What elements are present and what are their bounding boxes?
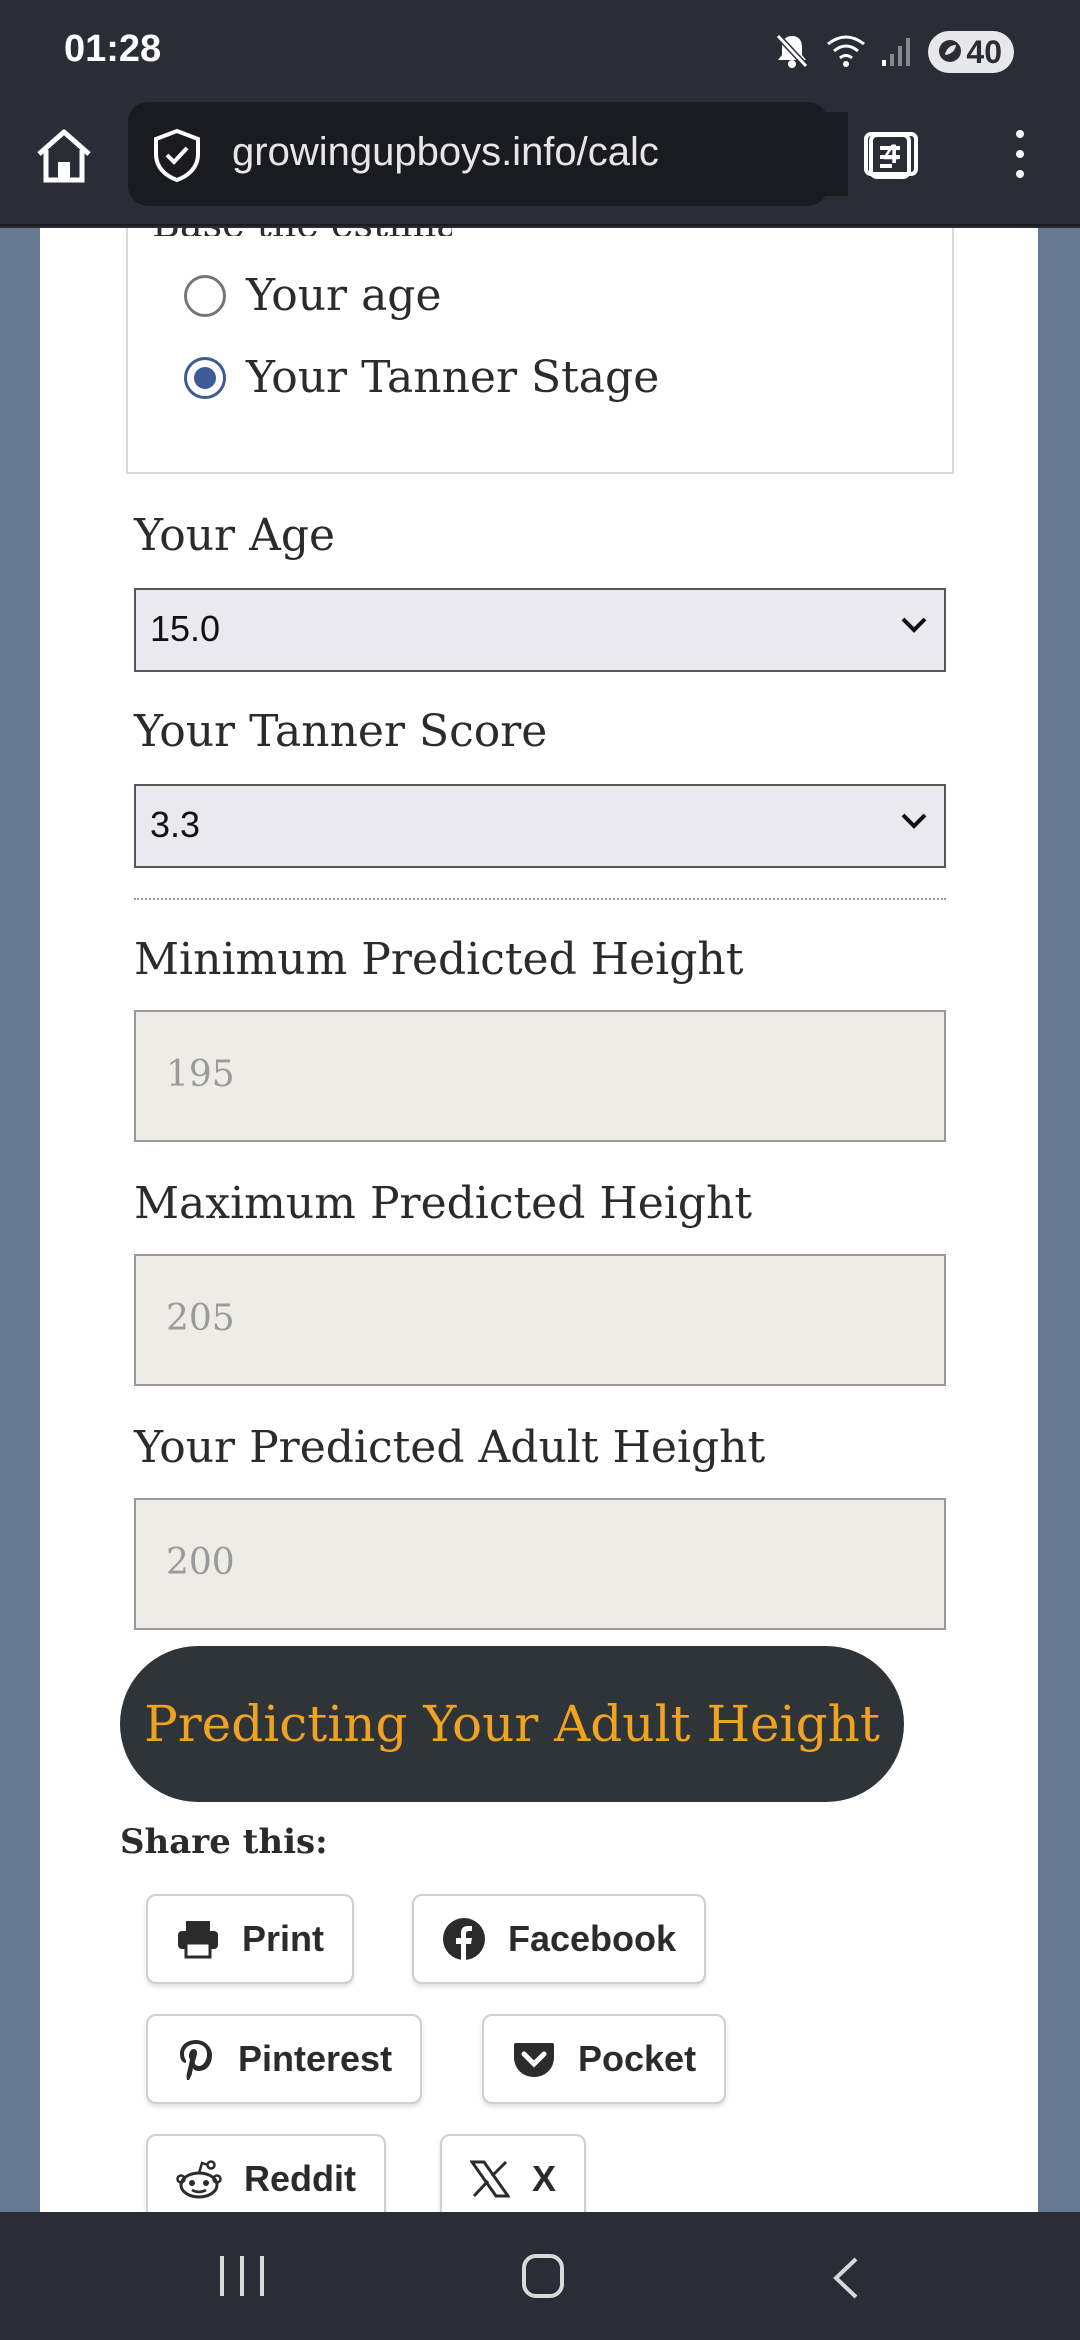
divider: [134, 898, 946, 900]
share-label: Facebook: [508, 1918, 677, 1959]
predicted-height-field: 200: [134, 1498, 946, 1630]
print-icon: [178, 1921, 218, 1959]
mute-icon: [772, 30, 812, 74]
radio-your-tanner-stage[interactable]: Your Tanner Stage: [184, 352, 659, 403]
battery-indicator: 40: [928, 31, 1014, 73]
page-content: Base the estimate on Your age Your Tanne…: [40, 228, 1038, 2212]
address-bar[interactable]: growingupboys.info/calc: [128, 102, 911, 206]
chevron-down-icon: [900, 616, 928, 638]
fieldset-legend: Base the estimate on: [152, 228, 452, 236]
browser-toolbar: growingupboys.info/calc 4: [0, 100, 1080, 226]
predicted-height-label: Your Predicted Adult Height: [134, 1422, 766, 1473]
home-button[interactable]: [30, 122, 98, 190]
share-label: X: [532, 2158, 557, 2199]
age-select-value: 15.0: [150, 608, 221, 649]
status-time: 01:28: [64, 28, 162, 70]
share-label: Reddit: [244, 2158, 356, 2199]
estimate-basis-fieldset: [126, 228, 954, 474]
min-height-field: 195: [134, 1010, 946, 1142]
radio-your-age[interactable]: Your age: [184, 270, 442, 321]
chevron-down-icon: [900, 812, 928, 834]
pocket-icon: [514, 2043, 554, 2077]
tanner-select[interactable]: 3.3: [134, 784, 946, 868]
home-icon: [37, 129, 91, 183]
reddit-icon: [176, 2160, 222, 2199]
share-label: Pocket: [578, 2038, 697, 2079]
system-nav-bar: [0, 2212, 1080, 2340]
status-bar: 01:28 40: [0, 0, 1080, 100]
share-pocket-button[interactable]: Pocket: [482, 2014, 727, 2104]
tanner-label: Your Tanner Score: [134, 706, 548, 757]
age-label: Your Age: [134, 510, 336, 561]
recents-icon[interactable]: [220, 2256, 264, 2296]
facebook-icon: [443, 1918, 485, 1961]
max-height-value: 205: [166, 1298, 235, 1339]
min-height-value: 195: [166, 1054, 235, 1095]
radio-label: Your Tanner Stage: [246, 352, 660, 403]
radio-button-checked[interactable]: [184, 356, 226, 399]
share-x-button[interactable]: X: [440, 2134, 587, 2212]
radio-label: Your age: [246, 270, 442, 321]
wifi-icon: [826, 32, 866, 72]
page-viewport: Base the estimate on Your age Your Tanne…: [0, 228, 1080, 2212]
home-nav-icon[interactable]: [522, 2254, 564, 2298]
max-height-field: 205: [134, 1254, 946, 1386]
min-height-label: Minimum Predicted Height: [134, 934, 744, 985]
battery-saver-icon: [938, 34, 962, 71]
pinterest-icon: [180, 2040, 212, 2080]
share-label: Print: [242, 1918, 325, 1959]
share-title: Share this:: [120, 1822, 328, 1862]
more-menu-icon[interactable]: [1000, 126, 1040, 182]
predict-height-button[interactable]: Predicting Your Adult Height: [120, 1646, 904, 1802]
share-facebook-button[interactable]: Facebook: [412, 1894, 707, 1984]
battery-level: 40: [966, 33, 1002, 70]
signal-icon: [880, 34, 914, 70]
share-pinterest-button[interactable]: Pinterest: [146, 2014, 423, 2104]
tanner-select-value: 3.3: [150, 804, 201, 845]
tab-switcher-button[interactable]: 4: [864, 132, 918, 176]
status-icons: 40: [772, 30, 1014, 74]
share-reddit-button[interactable]: Reddit: [146, 2134, 386, 2212]
max-height-label: Maximum Predicted Height: [134, 1178, 753, 1229]
age-select[interactable]: 15.0: [134, 588, 946, 672]
back-icon[interactable]: [830, 2256, 860, 2304]
predicted-height-value: 200: [166, 1542, 235, 1583]
share-print-button[interactable]: Print: [146, 1894, 355, 1984]
radio-button[interactable]: [184, 274, 226, 317]
site-security-icon[interactable]: [152, 128, 202, 186]
x-icon: [470, 2160, 510, 2198]
share-label: Pinterest: [238, 2038, 393, 2079]
